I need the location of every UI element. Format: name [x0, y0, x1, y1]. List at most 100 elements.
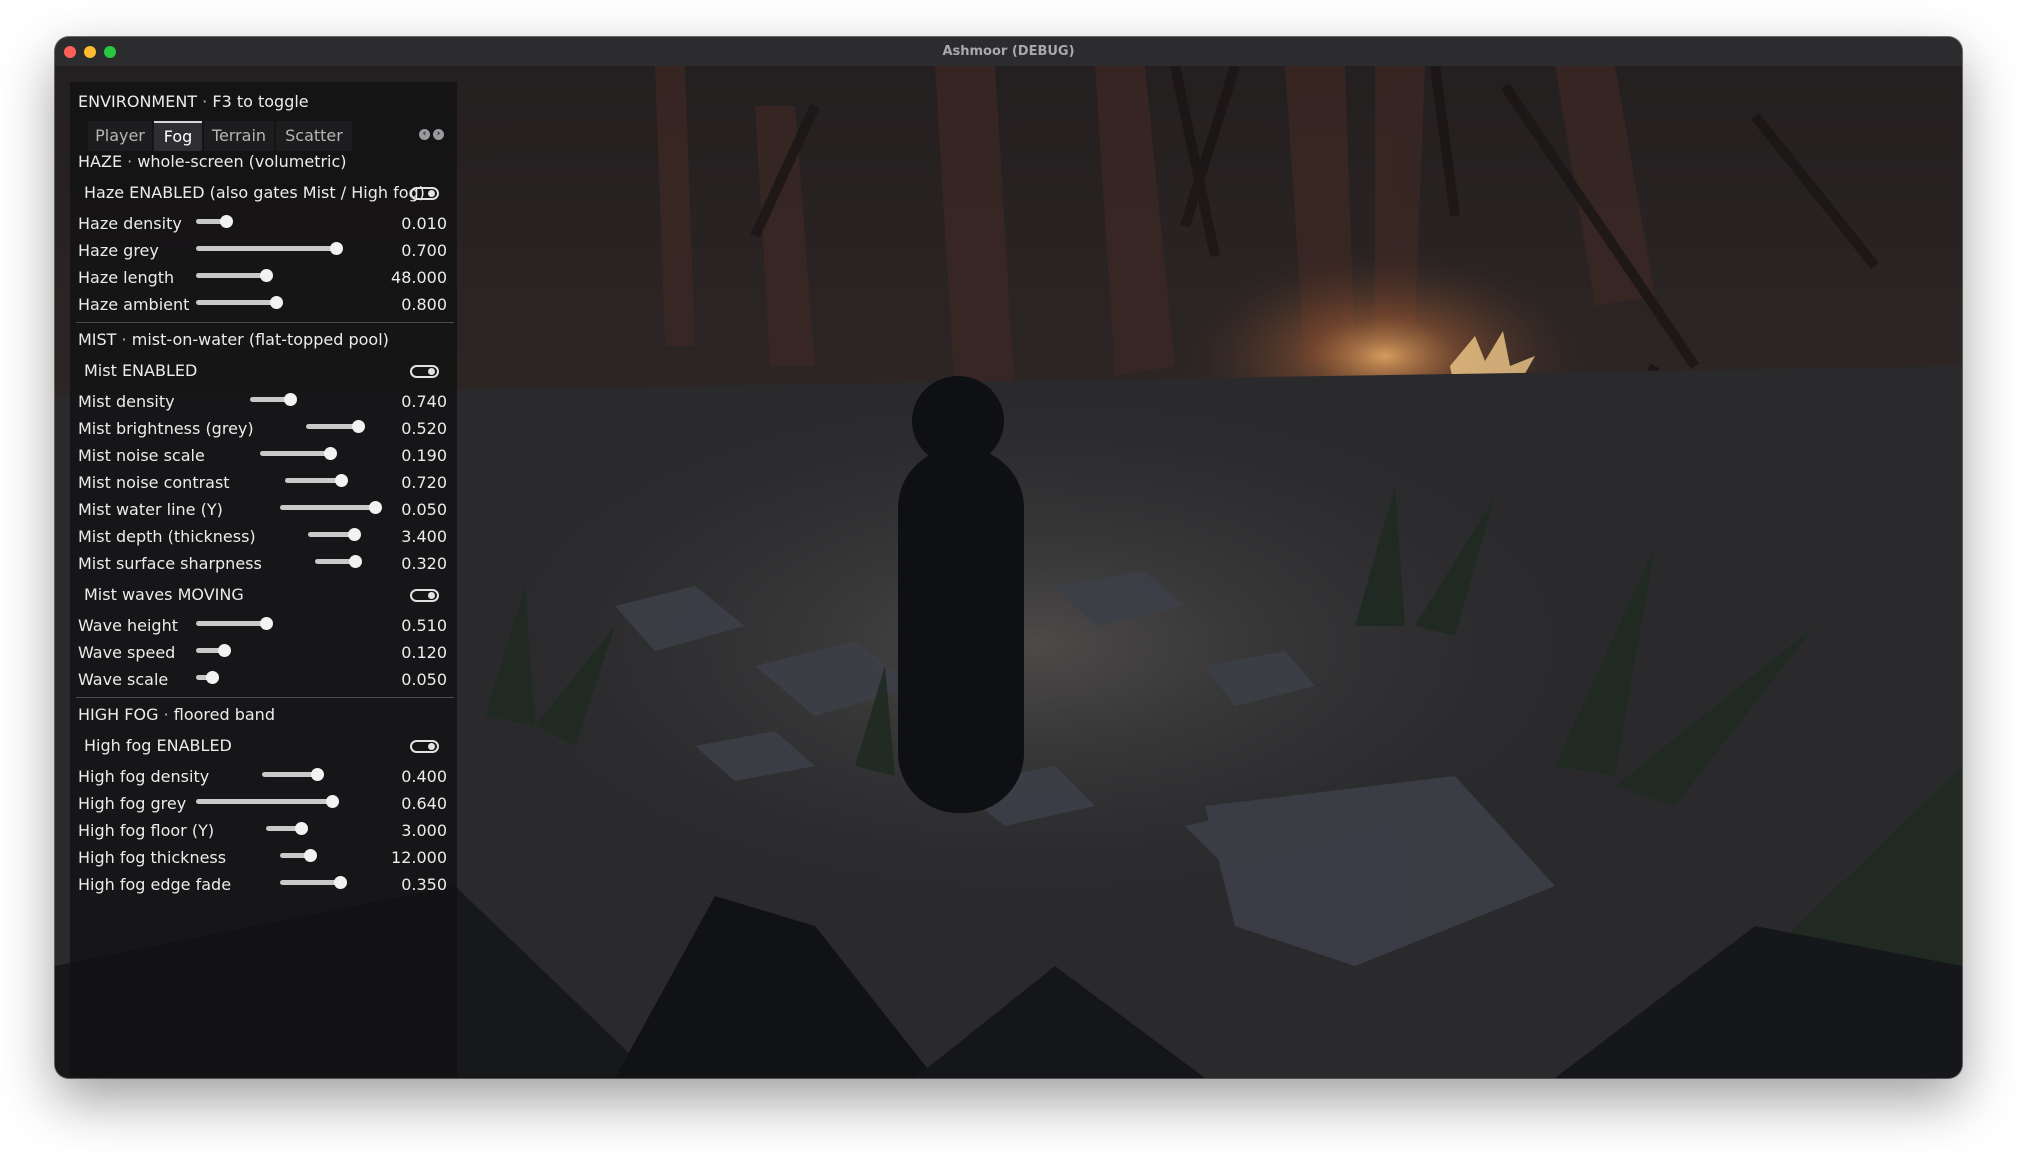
- high-fog-high-fog-density-slider-handle[interactable]: [311, 768, 324, 781]
- mist-mist-brightness-grey--slider-handle[interactable]: [352, 420, 365, 433]
- section-title: HIGH FOG: [78, 705, 159, 724]
- wave-scale-label: Wave scale: [78, 670, 169, 689]
- section-separator: ·: [127, 152, 133, 171]
- high-fog-high-fog-thickness-value: 12.000: [391, 848, 447, 867]
- wave-speed-value: 0.120: [401, 643, 447, 662]
- high-fog-high-fog-grey-label: High fog grey: [78, 794, 187, 813]
- haze-haze-grey-slider-track[interactable]: [196, 246, 336, 251]
- mist-mist-density-label: Mist density: [78, 392, 175, 411]
- section-subtitle: floored band: [173, 705, 275, 724]
- tab-fog[interactable]: Fog: [154, 121, 202, 151]
- panel-header: ENVIRONMENT · F3 to toggle: [78, 92, 309, 112]
- mist-mist-noise-contrast-slider-track[interactable]: [285, 478, 341, 483]
- high-fog-high-fog-edge-fade-slider-track[interactable]: [280, 880, 340, 885]
- haze-haze-ambient-label: Haze ambient: [78, 295, 190, 314]
- panel-header-hint: F3 to toggle: [212, 92, 309, 111]
- mist-mist-noise-scale-label: Mist noise scale: [78, 446, 205, 465]
- wave-speed-label: Wave speed: [78, 643, 176, 662]
- mist-mist-noise-contrast-slider-handle[interactable]: [335, 474, 348, 487]
- high-fog-high-fog-density-slider-track[interactable]: [262, 772, 317, 777]
- high-fog-enabled-label: High fog ENABLED: [84, 736, 232, 755]
- haze-haze-grey-slider-handle[interactable]: [330, 242, 343, 255]
- mist-mist-noise-contrast-label: Mist noise contrast: [78, 473, 230, 492]
- mist-waves-moving-toggle[interactable]: [410, 589, 439, 602]
- section-divider: [76, 322, 454, 323]
- mist-mist-density-value: 0.740: [401, 392, 447, 411]
- window-title: Ashmoor (DEBUG): [942, 44, 1075, 59]
- high-fog-high-fog-edge-fade-value: 0.350: [401, 875, 447, 894]
- mist-mist-depth-thickness--slider-handle[interactable]: [348, 528, 361, 541]
- high-fog-enabled-toggle[interactable]: [410, 740, 439, 753]
- haze-haze-length-value: 48.000: [391, 268, 447, 287]
- section-subtitle: whole-screen (volumetric): [137, 152, 347, 171]
- wave-height-value: 0.510: [401, 616, 447, 635]
- mist-waves-moving-label: Mist waves MOVING: [84, 585, 244, 604]
- haze-haze-ambient-value: 0.800: [401, 295, 447, 314]
- haze-section-header: HAZE · whole-screen (volumetric): [78, 152, 347, 172]
- mist-enabled-toggle[interactable]: [410, 365, 439, 378]
- tab-scatter[interactable]: Scatter: [276, 121, 352, 151]
- wave-scale-slider-handle[interactable]: [206, 671, 219, 684]
- wave-scale-value: 0.050: [401, 670, 447, 689]
- tab-player[interactable]: Player: [88, 121, 152, 151]
- panel-header-label: ENVIRONMENT: [78, 92, 198, 111]
- mist-mist-surface-sharpness-value: 0.320: [401, 554, 447, 573]
- high-fog-high-fog-grey-slider-track[interactable]: [196, 799, 332, 804]
- haze-haze-density-value: 0.010: [401, 214, 447, 233]
- haze-haze-density-slider-handle[interactable]: [220, 215, 233, 228]
- mist-mist-noise-scale-slider-handle[interactable]: [324, 447, 337, 460]
- wave-height-slider-track[interactable]: [196, 621, 266, 626]
- tab-terrain[interactable]: Terrain: [204, 121, 274, 151]
- mist-mist-noise-contrast-value: 0.720: [401, 473, 447, 492]
- haze-haze-grey-value: 0.700: [401, 241, 447, 260]
- haze-haze-ambient-slider-track[interactable]: [196, 300, 276, 305]
- mist-mist-depth-thickness--label: Mist depth (thickness): [78, 527, 256, 546]
- high-fog-high-fog-density-label: High fog density: [78, 767, 210, 786]
- high-fog-high-fog-grey-value: 0.640: [401, 794, 447, 813]
- haze-haze-density-label: Haze density: [78, 214, 182, 233]
- chevron-right-icon[interactable]: ›: [433, 129, 444, 140]
- haze-enabled-toggle[interactable]: [410, 187, 439, 200]
- haze-haze-ambient-slider-handle[interactable]: [270, 296, 283, 309]
- section-divider: [76, 697, 454, 698]
- haze-haze-length-slider-track[interactable]: [196, 273, 266, 278]
- mist-mist-surface-sharpness-slider-handle[interactable]: [349, 555, 362, 568]
- title-bar[interactable]: Ashmoor (DEBUG): [55, 37, 1962, 67]
- high-fog-high-fog-floor-y--label: High fog floor (Y): [78, 821, 215, 840]
- mist-mist-water-line-y--slider-handle[interactable]: [369, 501, 382, 514]
- mist-mist-water-line-y--label: Mist water line (Y): [78, 500, 223, 519]
- haze-haze-grey-label: Haze grey: [78, 241, 159, 260]
- mist-mist-brightness-grey--label: Mist brightness (grey): [78, 419, 254, 438]
- mist-mist-water-line-y--value: 0.050: [401, 500, 447, 519]
- mist-mist-density-slider-handle[interactable]: [284, 393, 297, 406]
- mist-mist-surface-sharpness-label: Mist surface sharpness: [78, 554, 262, 573]
- chevron-left-icon[interactable]: ‹: [419, 129, 430, 140]
- mist-mist-brightness-grey--value: 0.520: [401, 419, 447, 438]
- high-fog-high-fog-floor-y--value: 3.000: [401, 821, 447, 840]
- high-fog-high-fog-edge-fade-slider-handle[interactable]: [334, 876, 347, 889]
- high-fog-high-fog-thickness-label: High fog thickness: [78, 848, 227, 867]
- mist-mist-noise-scale-slider-track[interactable]: [260, 451, 330, 456]
- high-fog-high-fog-thickness-slider-handle[interactable]: [304, 849, 317, 862]
- mist-mist-depth-thickness--value: 3.400: [401, 527, 447, 546]
- haze-haze-length-label: Haze length: [78, 268, 175, 287]
- mist-section-header: MIST · mist-on-water (flat-topped pool): [78, 330, 389, 350]
- wave-speed-slider-handle[interactable]: [218, 644, 231, 657]
- mist-mist-brightness-grey--slider-track[interactable]: [306, 424, 358, 429]
- high-fog-high-fog-edge-fade-label: High fog edge fade: [78, 875, 232, 894]
- wave-height-slider-handle[interactable]: [260, 617, 273, 630]
- section-subtitle: mist-on-water (flat-topped pool): [131, 330, 389, 349]
- wave-height-label: Wave height: [78, 616, 178, 635]
- environment-debug-panel: ENVIRONMENT · F3 to toggle Player Fog Te…: [70, 82, 457, 1077]
- high-fog-high-fog-density-value: 0.400: [401, 767, 447, 786]
- mist-enabled-label: Mist ENABLED: [84, 361, 198, 380]
- section-title: MIST: [78, 330, 117, 349]
- mist-mist-noise-scale-value: 0.190: [401, 446, 447, 465]
- mist-mist-water-line-y--slider-track[interactable]: [280, 505, 375, 510]
- haze-haze-length-slider-handle[interactable]: [260, 269, 273, 282]
- game-viewport[interactable]: ENVIRONMENT · F3 to toggle Player Fog Te…: [55, 66, 1962, 1078]
- high-fog-high-fog-floor-y--slider-handle[interactable]: [295, 822, 308, 835]
- high-fog-high-fog-grey-slider-handle[interactable]: [326, 795, 339, 808]
- panel-header-separator: ·: [202, 92, 208, 111]
- section-separator: ·: [163, 705, 169, 724]
